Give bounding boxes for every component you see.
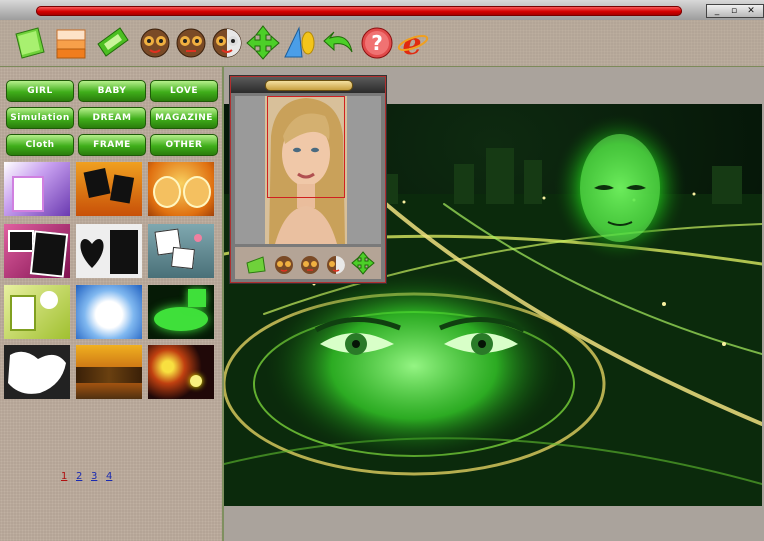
template-thumbnail[interactable] bbox=[4, 162, 70, 216]
category-dream-button[interactable]: DREAM bbox=[78, 107, 146, 129]
face-tool-1[interactable] bbox=[138, 24, 172, 60]
orange-stack-icon bbox=[56, 29, 86, 59]
face-tool-3[interactable] bbox=[210, 24, 244, 60]
page-link-1[interactable]: 1 bbox=[61, 471, 67, 482]
template-thumbnail[interactable] bbox=[4, 224, 70, 278]
template-thumbnail[interactable] bbox=[76, 285, 142, 339]
window-controls: _ ▫ ✕ bbox=[706, 4, 764, 18]
undo-button[interactable] bbox=[322, 24, 356, 60]
category-other-button[interactable]: OTHER bbox=[150, 134, 218, 156]
undo-arrow-icon bbox=[323, 31, 353, 53]
green-card-icon[interactable] bbox=[245, 253, 267, 275]
owl-face-icon[interactable] bbox=[273, 253, 295, 275]
title-bar: _ ▫ ✕ bbox=[0, 0, 764, 20]
minimize-button[interactable]: _ bbox=[711, 5, 723, 17]
template-thumbnail[interactable] bbox=[4, 285, 70, 339]
move-arrows-icon[interactable] bbox=[351, 251, 375, 275]
shape-tool-icon bbox=[284, 26, 315, 58]
category-simulation-button[interactable]: Simulation bbox=[6, 107, 74, 129]
large-face-overlay bbox=[264, 270, 564, 462]
portrait-photo[interactable] bbox=[265, 96, 347, 244]
toolbar: ? e bbox=[0, 20, 764, 67]
edit-button[interactable] bbox=[96, 24, 130, 60]
dialog-preview-area bbox=[235, 96, 381, 244]
template-thumbnail[interactable] bbox=[148, 285, 214, 339]
template-thumbnail[interactable] bbox=[148, 162, 214, 216]
web-button[interactable]: e bbox=[396, 24, 430, 62]
category-cloth-button[interactable]: Cloth bbox=[6, 134, 74, 156]
green-card-icon bbox=[97, 27, 129, 57]
owl-face-icon bbox=[140, 28, 170, 58]
internet-explorer-icon: e bbox=[397, 27, 429, 62]
category-magazine-button[interactable]: MAGAZINE bbox=[150, 107, 218, 129]
owl-face-icon[interactable] bbox=[299, 253, 321, 275]
template-thumbnail[interactable] bbox=[4, 345, 70, 399]
dialog-titlebar[interactable] bbox=[231, 77, 385, 93]
photo-adjust-dialog bbox=[230, 76, 386, 283]
web-label: e bbox=[402, 27, 421, 60]
help-button[interactable]: ? bbox=[360, 24, 394, 60]
move-button[interactable] bbox=[246, 24, 280, 60]
template-panel: GIRL BABY LOVE Simulation DREAM MAGAZINE… bbox=[0, 67, 224, 541]
crop-selection-box[interactable] bbox=[267, 96, 345, 198]
template-thumbnail[interactable] bbox=[76, 224, 142, 278]
page-link-3[interactable]: 3 bbox=[91, 471, 97, 482]
template-thumbnail[interactable] bbox=[76, 162, 142, 216]
title-bar-accent bbox=[36, 6, 682, 16]
template-thumbnail[interactable] bbox=[76, 345, 142, 399]
template-thumbnail[interactable] bbox=[148, 224, 214, 278]
owl-face-icon bbox=[176, 28, 206, 58]
close-button[interactable]: ✕ bbox=[745, 5, 757, 17]
maximize-button[interactable]: ▫ bbox=[728, 5, 740, 17]
dialog-titlebar-handle[interactable] bbox=[265, 80, 353, 91]
owl-face-icon[interactable] bbox=[325, 253, 347, 275]
save-button[interactable] bbox=[54, 24, 88, 60]
template-thumbnail[interactable] bbox=[148, 345, 214, 399]
page-link-2[interactable]: 2 bbox=[76, 471, 82, 482]
help-icon: ? bbox=[361, 27, 393, 59]
category-frame-button[interactable]: FRAME bbox=[78, 134, 146, 156]
page-link-4[interactable]: 4 bbox=[106, 471, 112, 482]
green-folder-icon bbox=[15, 27, 45, 59]
shape-tool-button[interactable] bbox=[282, 24, 316, 60]
category-baby-button[interactable]: BABY bbox=[78, 80, 146, 102]
open-button[interactable] bbox=[12, 24, 46, 60]
help-label: ? bbox=[371, 31, 383, 55]
dialog-toolbar bbox=[235, 247, 381, 279]
face-tool-2[interactable] bbox=[174, 24, 208, 60]
category-love-button[interactable]: LOVE bbox=[150, 80, 218, 102]
owl-face-icon bbox=[212, 28, 242, 58]
move-arrows-icon bbox=[246, 25, 280, 60]
category-girl-button[interactable]: GIRL bbox=[6, 80, 74, 102]
